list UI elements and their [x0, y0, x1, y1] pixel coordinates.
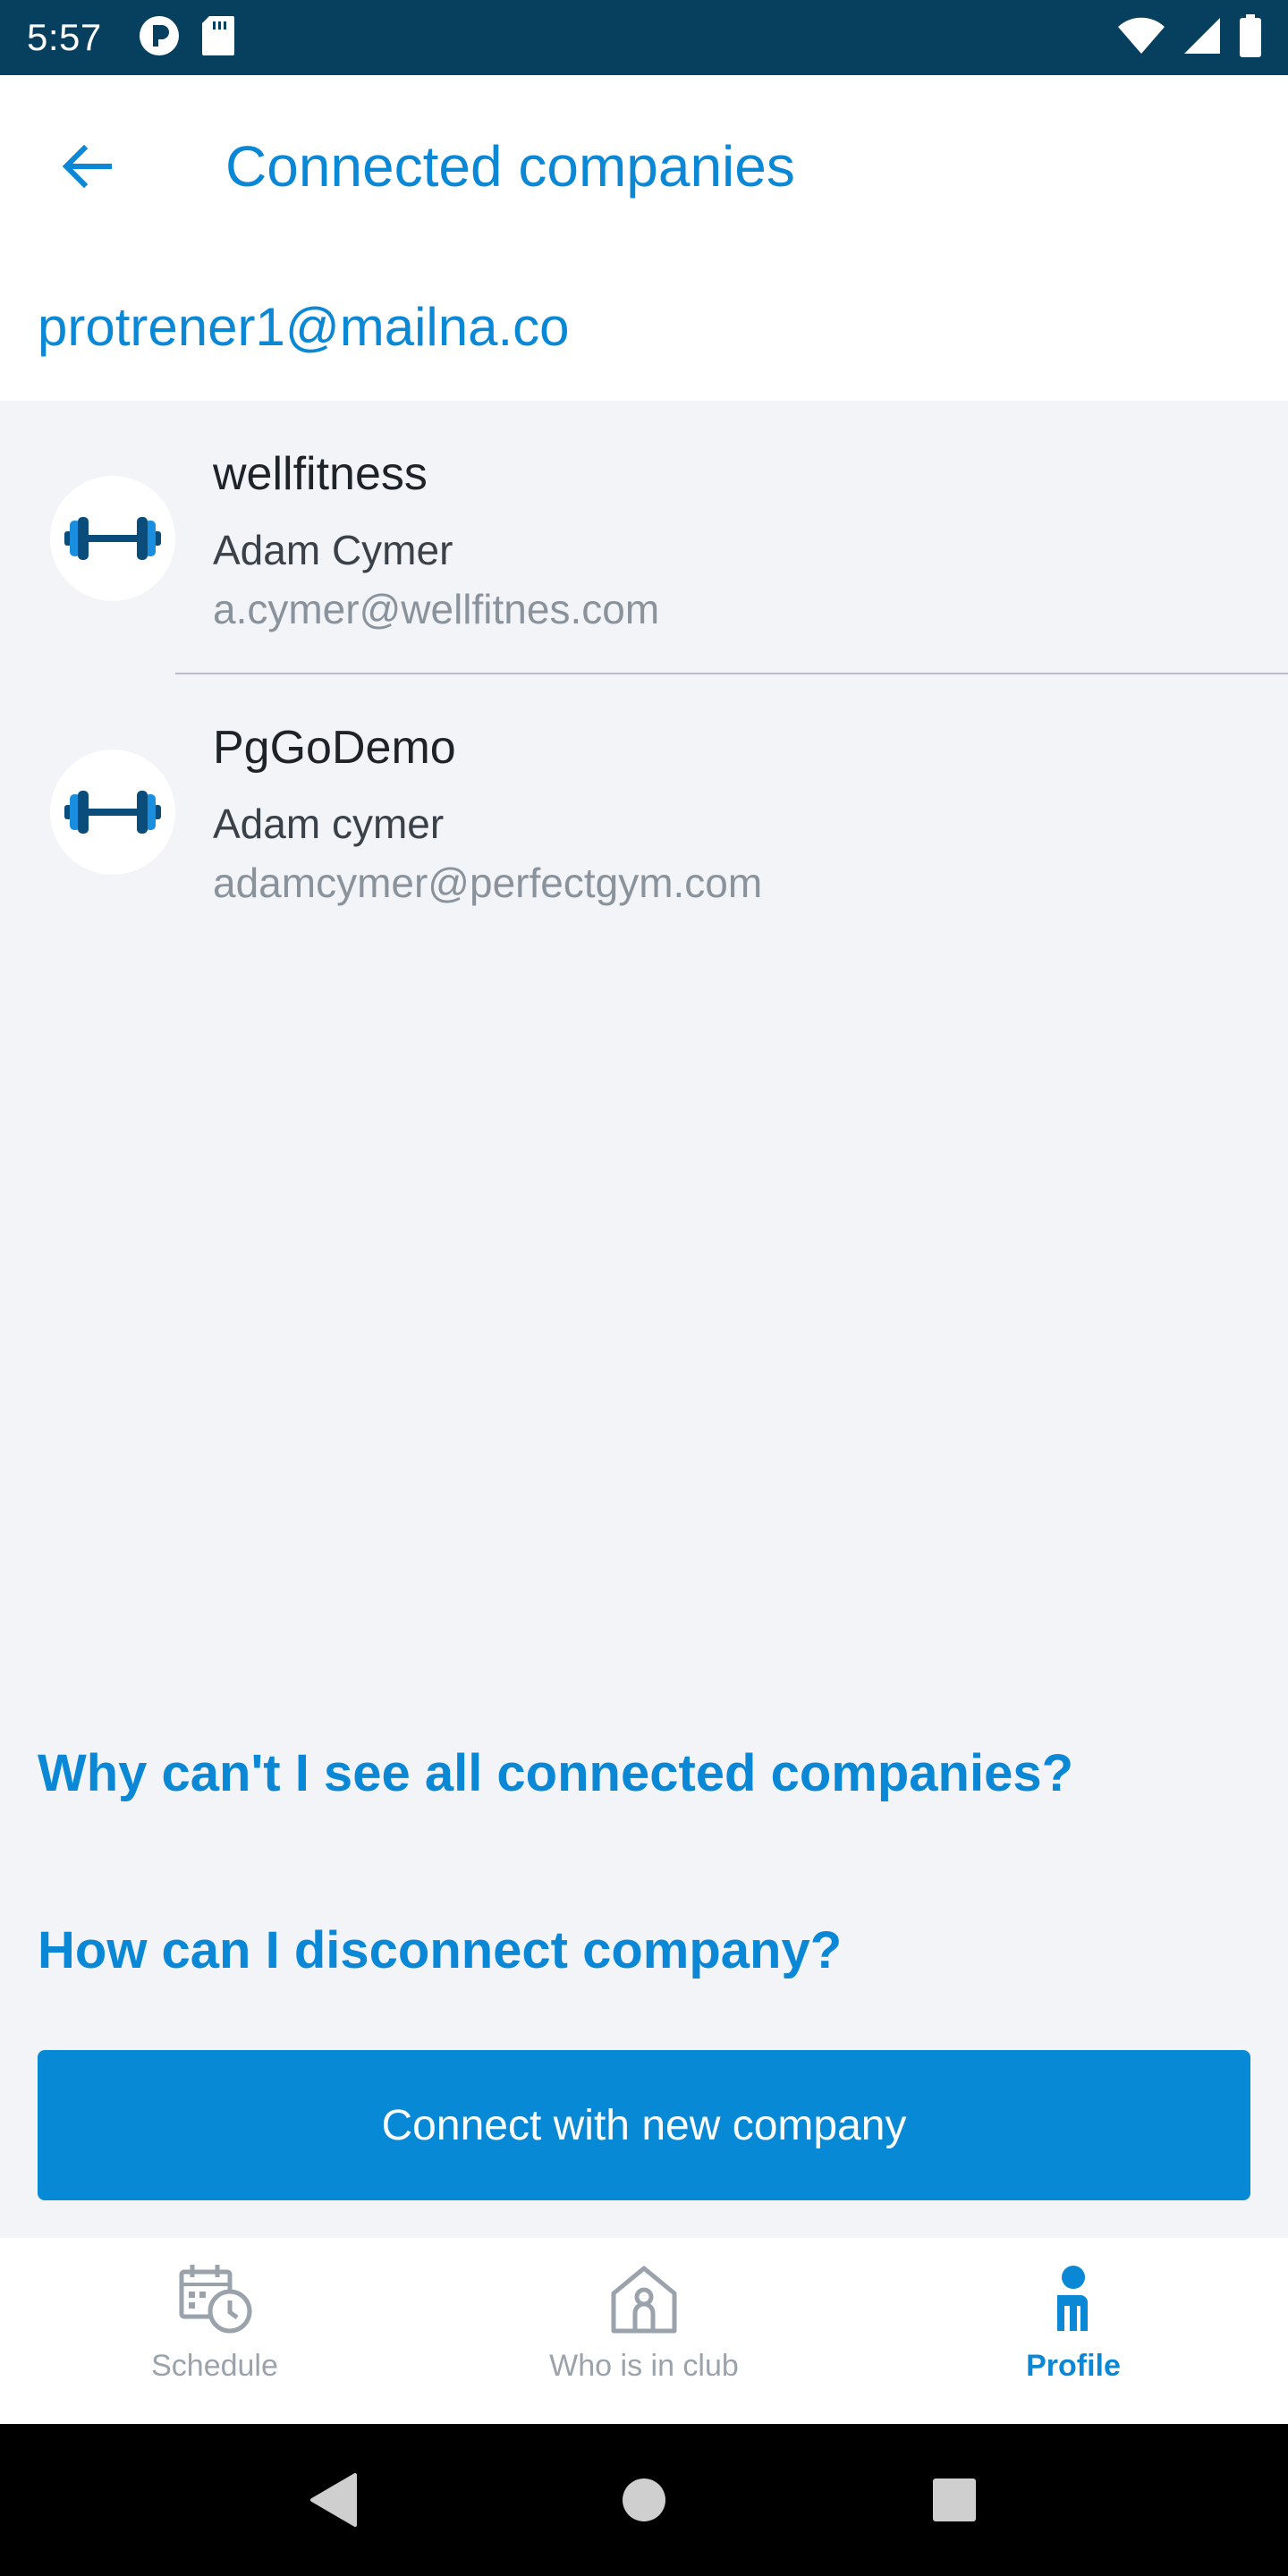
bottom-nav: Schedule Who is in club Profile [0, 2238, 1288, 2424]
triangle-back-icon [310, 2473, 358, 2527]
calendar-clock-icon [179, 2265, 252, 2334]
nav-item-schedule[interactable]: Schedule [0, 2238, 429, 2424]
account-email: protrener1@mailna.co [38, 297, 570, 357]
company-avatar [50, 750, 175, 875]
status-bar: 5:57 [0, 0, 1288, 75]
company-contact-name: Adam Cymer [213, 527, 453, 573]
club-house-icon [611, 2266, 677, 2334]
notification-app-icon [138, 14, 181, 62]
cell-signal-icon [1182, 16, 1222, 60]
connect-new-company-button[interactable]: Connect with new company [38, 2050, 1250, 2200]
status-notification-icons [138, 14, 236, 62]
nav-label-schedule: Schedule [151, 2349, 278, 2383]
system-nav-bar [0, 2424, 1288, 2576]
system-recents-button[interactable] [910, 2455, 999, 2545]
why-cant-see-companies-link[interactable]: Why can't I see all connected companies? [38, 1742, 1073, 1805]
how-disconnect-company-link[interactable]: How can I disconnect company? [38, 1919, 842, 1982]
company-contact-email: a.cymer@wellfitnes.com [213, 586, 660, 632]
nav-label-profile: Profile [1026, 2349, 1121, 2383]
back-button[interactable] [48, 129, 123, 204]
page-title: Connected companies [225, 134, 795, 199]
status-time: 5:57 [27, 16, 102, 58]
arrow-left-icon [62, 144, 112, 189]
wifi-icon [1116, 16, 1166, 60]
company-avatar [50, 476, 175, 601]
dumbbell-icon [64, 791, 161, 834]
sd-card-icon [200, 14, 236, 62]
company-contact-email: adamcymer@perfectgym.com [213, 860, 763, 906]
company-item-pggodemo[interactable]: PgGoDemo Adam cymer adamcymer@perfectgym… [0, 674, 1288, 948]
app-bar: Connected companies [0, 75, 1288, 254]
circle-home-icon [622, 2479, 665, 2521]
nav-item-who-is-in-club[interactable]: Who is in club [429, 2238, 859, 2424]
system-home-button[interactable] [599, 2455, 689, 2545]
company-name: wellfitness [213, 448, 428, 500]
nav-label-who-is-in-club: Who is in club [549, 2349, 739, 2383]
company-list: wellfitness Adam Cymer a.cymer@wellfitne… [0, 401, 1288, 948]
battery-icon [1238, 13, 1263, 62]
person-icon [1057, 2266, 1088, 2331]
nav-item-profile[interactable]: Profile [859, 2238, 1288, 2424]
account-row: protrener1@mailna.co [0, 254, 1288, 401]
dumbbell-icon [64, 517, 161, 560]
company-name: PgGoDemo [213, 722, 456, 774]
page: 5:57 Connected companies protrener1@mail… [0, 0, 1288, 2576]
company-contact-name: Adam cymer [213, 801, 445, 847]
system-back-button[interactable] [289, 2455, 378, 2545]
square-recents-icon [932, 2479, 976, 2521]
company-item-wellfitness[interactable]: wellfitness Adam Cymer a.cymer@wellfitne… [0, 401, 1288, 674]
status-system-icons [1116, 0, 1263, 75]
